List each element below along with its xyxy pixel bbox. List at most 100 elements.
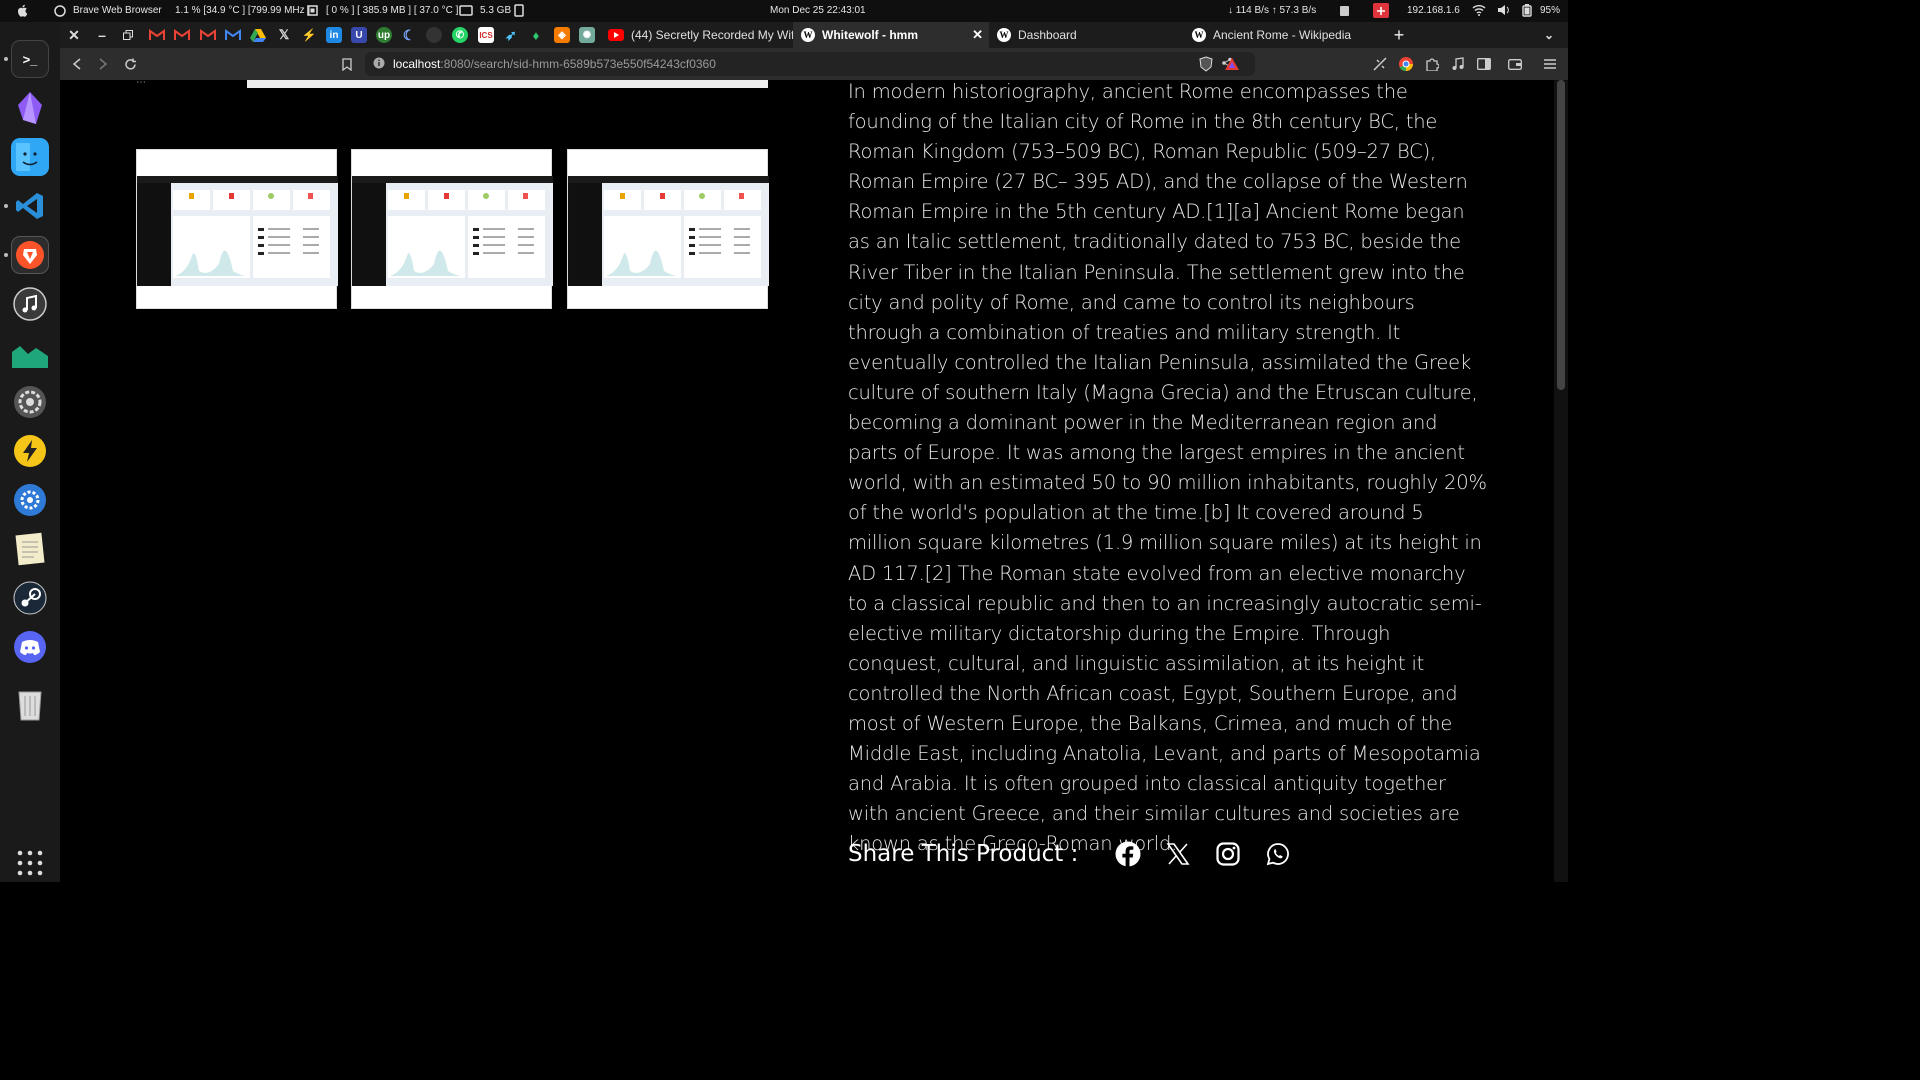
apple-icon[interactable]	[16, 4, 28, 17]
sidebar-toggle-icon[interactable]	[1475, 55, 1493, 73]
lightning-icon[interactable]	[11, 432, 49, 470]
wallet-icon[interactable]	[1506, 55, 1524, 73]
tab-title: Whitewolf - hmm	[822, 28, 918, 42]
disk-stats: 5.3 GB	[480, 5, 512, 16]
chatgpt-icon[interactable]: ✺	[579, 27, 595, 43]
cpu-stats: 1.1 % [34.9 °C ] [799.99 MHz ]	[175, 5, 311, 16]
whatsapp-tab-icon[interactable]: ✆	[452, 27, 468, 43]
send-icon[interactable]: ➶	[503, 27, 519, 43]
address-bar[interactable]: localhost:8080/search/sid-hmm-6589b573e5…	[365, 52, 1255, 76]
tab-wikipedia[interactable]: W Ancient Rome - Wikipedia	[1184, 22, 1379, 48]
forward-icon[interactable]	[94, 55, 112, 73]
google-drive-icon[interactable]	[250, 27, 266, 43]
bookmark-app-icon[interactable]: U	[351, 27, 367, 43]
extensions-puzzle-icon[interactable]	[1423, 55, 1441, 73]
upwork-icon[interactable]: up	[376, 27, 392, 43]
battery-level: 95%	[1540, 5, 1561, 16]
tab-app-icon[interactable]	[426, 27, 442, 43]
brave-rewards-icon[interactable]	[1223, 55, 1241, 73]
brave-app-icon	[54, 5, 66, 17]
x-icon[interactable]	[1164, 840, 1192, 868]
scrollbar-thumb[interactable]	[1557, 80, 1565, 390]
product-thumbnail-3[interactable]	[567, 149, 769, 309]
media-controls-icon[interactable]	[1449, 55, 1467, 73]
gmail-icon[interactable]	[174, 27, 190, 43]
back-icon[interactable]	[68, 55, 86, 73]
gmail-icon[interactable]	[225, 27, 241, 43]
more-dots-icon[interactable]: ⋯	[136, 80, 160, 88]
settings-gear-icon[interactable]	[11, 383, 49, 421]
share-label: Share This Product :	[848, 841, 1079, 867]
url-host: localhost	[393, 57, 441, 71]
dashboard-screenshot-image	[137, 176, 338, 286]
tab-strip: ✕ – 𝕏 ⚡ in U up ☾ ✆ ICS ➶ ♦ ◈ ✺ (44) Sec…	[60, 22, 1568, 48]
trash-icon[interactable]	[11, 686, 49, 724]
instagram-icon[interactable]	[1214, 840, 1242, 868]
ip-address: 192.168.1.6	[1407, 5, 1460, 16]
cpu-icon	[306, 4, 319, 17]
close-tab-icon[interactable]: ✕	[972, 27, 983, 43]
tab-dashboard[interactable]: W Dashboard	[989, 22, 1184, 48]
site-info-icon[interactable]	[373, 57, 385, 72]
product-thumbnail-1[interactable]	[136, 149, 338, 309]
system-bar: Brave Web Browser 1.1 % [34.9 °C ] [799.…	[0, 0, 1568, 22]
navigation-bar: localhost:8080/search/sid-hmm-6589b573e5…	[60, 48, 1568, 80]
dashboard-screenshot-image	[352, 176, 553, 286]
app-grid-icon[interactable]	[11, 844, 49, 882]
vscode-icon[interactable]	[11, 187, 49, 225]
battery-icon[interactable]	[1522, 4, 1532, 17]
obsidian-icon[interactable]	[11, 89, 49, 127]
new-tab-button[interactable]: +	[1391, 25, 1407, 45]
memory-stats: [ 0 % ] [ 385.9 MB ] [ 37.0 °C ]	[326, 5, 459, 16]
close-window-icon[interactable]: ✕	[66, 27, 82, 43]
brave-icon[interactable]	[11, 236, 49, 274]
app-name: Brave Web Browser	[73, 5, 162, 16]
share-section: Share This Product :	[848, 836, 1292, 872]
whatsapp-icon[interactable]	[1264, 840, 1292, 868]
linkedin-icon[interactable]: in	[326, 27, 342, 43]
clock[interactable]: Mon Dec 25 22:43:01	[770, 5, 866, 16]
minimize-window-icon[interactable]: –	[94, 27, 110, 43]
tab-title: Dashboard	[1018, 28, 1077, 42]
dashboard-screenshot-image	[568, 176, 769, 286]
x-twitter-icon[interactable]: 𝕏	[276, 27, 292, 43]
product-thumbnail-2[interactable]	[351, 149, 553, 309]
system-monitor-icon[interactable]	[11, 334, 49, 372]
terminal-icon[interactable]: >_	[11, 40, 49, 78]
gmail-icon[interactable]	[200, 27, 216, 43]
url-path: :8080/search/sid-hmm-6589b573e550f54243c…	[440, 57, 716, 71]
tab-list-chevron-icon[interactable]: ⌄	[1541, 27, 1557, 43]
vpn-icon[interactable]	[1373, 3, 1389, 18]
menu-icon[interactable]	[1541, 55, 1559, 73]
running-indicator	[4, 57, 8, 61]
volume-icon[interactable]	[1497, 4, 1510, 16]
notes-icon[interactable]	[11, 530, 49, 568]
preferences-icon[interactable]	[11, 481, 49, 519]
bolt-icon[interactable]: ⚡	[301, 27, 317, 43]
bookmark-icon[interactable]	[338, 55, 356, 73]
puzzle-tab-icon[interactable]: ◈	[554, 27, 570, 43]
chrome-extension-icon[interactable]	[1397, 55, 1415, 73]
restore-window-icon[interactable]	[120, 27, 136, 43]
facebook-icon[interactable]	[1114, 840, 1142, 868]
tab-youtube[interactable]: (44) Secretly Recorded My Wife	[600, 22, 793, 48]
moon-icon[interactable]: ☾	[401, 27, 417, 43]
disk-icon	[513, 4, 525, 17]
tab-whitewolf[interactable]: W Whitewolf - hmm ✕	[793, 22, 989, 48]
wifi-icon[interactable]	[1472, 4, 1486, 16]
discord-icon[interactable]	[11, 628, 49, 666]
leaf-icon[interactable]: ♦	[528, 27, 544, 43]
reload-icon[interactable]	[121, 55, 139, 73]
music-icon[interactable]	[11, 285, 49, 323]
gmail-icon[interactable]	[149, 27, 165, 43]
clipboard-icon[interactable]	[1339, 4, 1350, 17]
running-indicator	[4, 253, 8, 257]
brave-shields-icon[interactable]	[1197, 55, 1215, 73]
memory-icon	[459, 4, 473, 17]
steam-icon[interactable]	[11, 579, 49, 617]
ics-icon[interactable]: ICS	[478, 27, 494, 43]
running-indicator	[4, 204, 8, 208]
main-image-bottom	[247, 80, 768, 88]
leo-ai-icon[interactable]	[1371, 55, 1389, 73]
finder-icon[interactable]	[11, 138, 49, 176]
